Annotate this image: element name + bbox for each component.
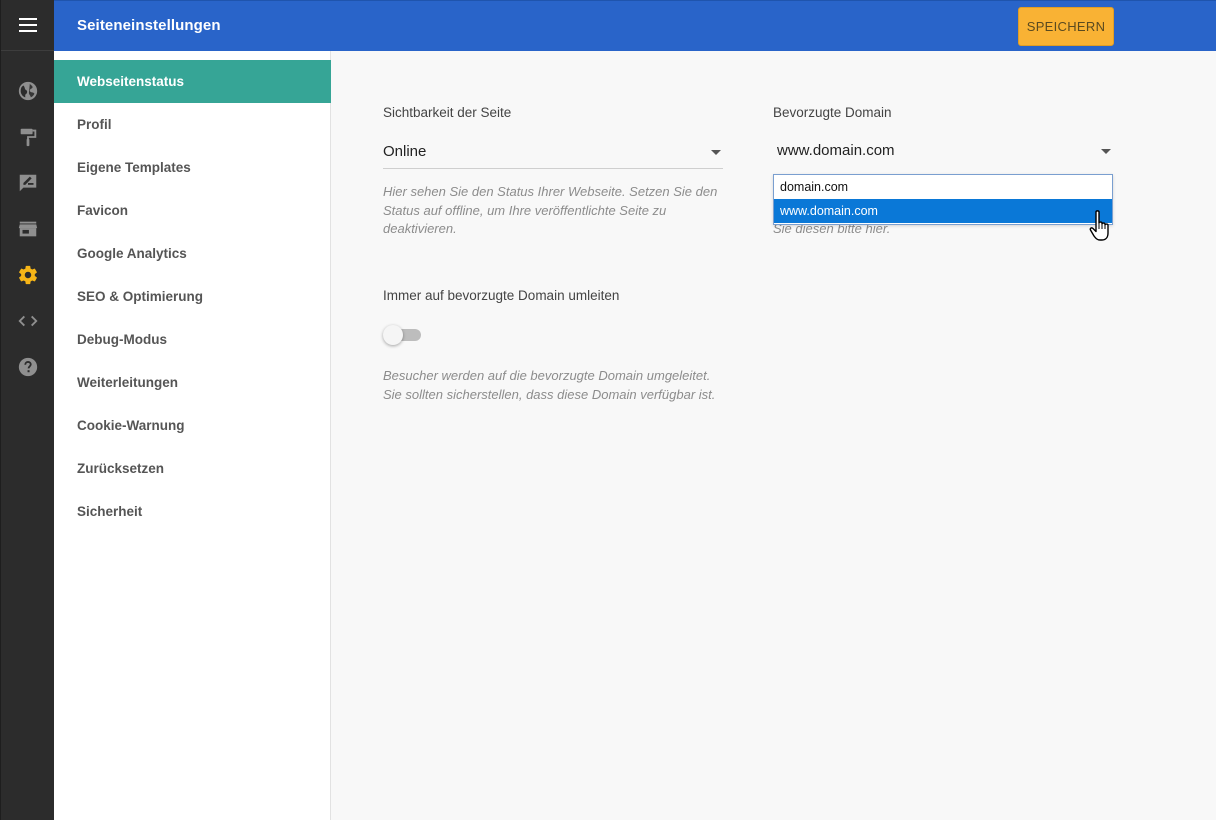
gear-icon xyxy=(19,265,37,285)
visibility-select[interactable]: Online xyxy=(383,133,723,169)
sidebar-item-sicherheit[interactable]: Sicherheit xyxy=(54,490,331,533)
rail-item-settings[interactable] xyxy=(1,260,55,290)
visibility-help: Hier sehen Sie den Status Ihrer Webseite… xyxy=(383,184,718,236)
globe-icon xyxy=(18,81,38,101)
sidebar-item-zuruecksetzen[interactable]: Zurücksetzen xyxy=(54,447,331,490)
rail-item-code[interactable] xyxy=(1,306,55,336)
rail-item-content[interactable] xyxy=(1,168,55,198)
settings-sidebar: Webseitenstatus Profil Eigene Templates … xyxy=(54,51,331,820)
save-button[interactable]: SPEICHERN xyxy=(1018,7,1114,46)
edit-note-icon xyxy=(19,174,37,192)
sidebar-item-weiterleitungen[interactable]: Weiterleitungen xyxy=(54,361,331,404)
rail-item-shop[interactable] xyxy=(1,214,55,244)
page-title: Seiteneinstellungen xyxy=(77,17,221,34)
visibility-value: Online xyxy=(383,143,427,160)
sidebar-item-cookie-warnung[interactable]: Cookie-Warnung xyxy=(54,404,331,447)
menu-icon xyxy=(18,18,37,32)
redirect-help: Besucher werden auf die bevorzugte Domai… xyxy=(383,368,716,402)
store-icon xyxy=(18,221,38,237)
menu-button[interactable] xyxy=(1,0,54,51)
redirect-label: Immer auf bevorzugte Domain umleiten xyxy=(383,288,620,303)
help-icon xyxy=(18,357,38,377)
domain-dropdown-list: domain.com www.domain.com xyxy=(773,174,1113,225)
chevron-down-icon xyxy=(1101,149,1111,154)
icon-rail xyxy=(0,0,54,820)
sidebar-item-eigene-templates[interactable]: Eigene Templates xyxy=(54,146,331,189)
hand-cursor-icon xyxy=(1089,210,1109,241)
rail-item-help[interactable] xyxy=(1,352,55,382)
visibility-label: Sichtbarkeit der Seite xyxy=(383,105,512,120)
sidebar-item-google-analytics[interactable]: Google Analytics xyxy=(54,232,331,275)
code-icon xyxy=(18,315,38,327)
chevron-down-icon xyxy=(711,150,721,155)
paint-roller-icon xyxy=(20,128,37,147)
domain-option[interactable]: domain.com xyxy=(774,175,1112,199)
sidebar-item-favicon[interactable]: Favicon xyxy=(54,189,331,232)
top-bar: Seiteneinstellungen SPEICHERN xyxy=(54,0,1216,51)
domain-label: Bevorzugte Domain xyxy=(773,105,892,120)
rail-item-design[interactable] xyxy=(1,122,55,152)
rail-item-domain[interactable] xyxy=(1,76,55,106)
redirect-toggle[interactable] xyxy=(383,325,423,345)
sidebar-item-webseitenstatus[interactable]: Webseitenstatus xyxy=(54,60,331,103)
sidebar-item-seo[interactable]: SEO & Optimierung xyxy=(54,275,331,318)
domain-option-selected[interactable]: www.domain.com xyxy=(774,199,1112,223)
toggle-knob xyxy=(383,325,403,345)
domain-value: www.domain.com xyxy=(777,142,895,159)
sidebar-item-debug-modus[interactable]: Debug-Modus xyxy=(54,318,331,361)
sidebar-item-profil[interactable]: Profil xyxy=(54,103,331,146)
domain-select[interactable]: www.domain.com xyxy=(777,132,1113,168)
